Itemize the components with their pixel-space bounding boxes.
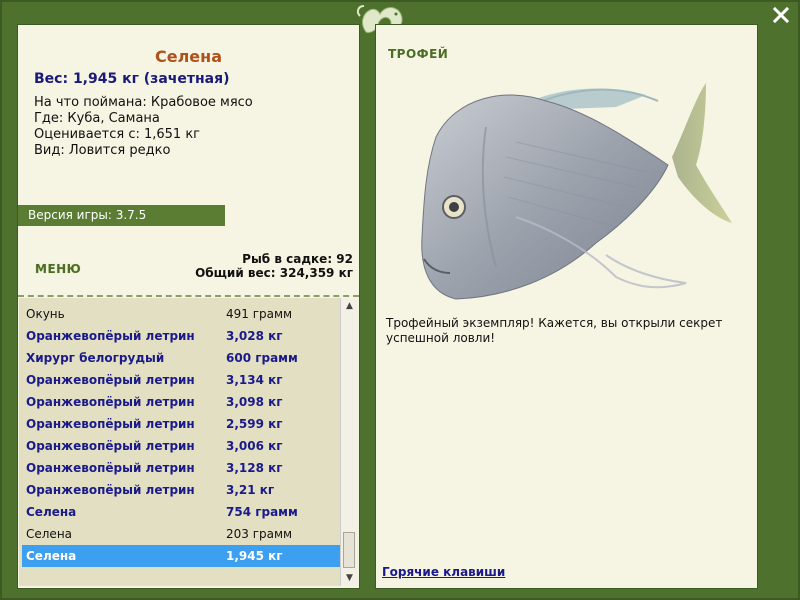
fish-count: Рыб в садке: 92 bbox=[242, 252, 353, 266]
catch-row[interactable]: Оранжевопёрый летрин 3,134 кг bbox=[22, 369, 340, 391]
catch-row[interactable]: Селена 203 грамм bbox=[22, 523, 340, 545]
catch-row[interactable]: Оранжевопёрый летрин 3,006 кг bbox=[22, 435, 340, 457]
fish-image bbox=[421, 83, 732, 300]
catch-row[interactable]: Окунь 491 грамм bbox=[22, 303, 340, 325]
fish-weight: Вес: 1,945 кг (зачетная) bbox=[34, 71, 230, 87]
kind-info: Вид: Ловится редко bbox=[34, 143, 171, 158]
catch-row-weight: 1,945 кг bbox=[226, 549, 283, 563]
catch-row-name: Селена bbox=[26, 505, 77, 519]
catch-row[interactable]: Оранжевопёрый летрин 3,098 кг bbox=[22, 391, 340, 413]
scroll-down-icon[interactable]: ▼ bbox=[341, 570, 358, 586]
catch-row-weight: 3,028 кг bbox=[226, 329, 283, 343]
catch-row[interactable]: Оранжевопёрый летрин 3,028 кг bbox=[22, 325, 340, 347]
fish-name: Селена bbox=[154, 47, 222, 66]
cage-stats: Рыб в садке: 92 Общий вес: 324,359 кг bbox=[195, 252, 353, 280]
catch-list: Окунь 491 грамм Оранжевопёрый летрин 3,028 … bbox=[19, 298, 340, 586]
close-icon[interactable] bbox=[772, 6, 790, 24]
divider bbox=[18, 295, 359, 297]
trophy-panel: ТРОФЕЙ Трофейный экземпляр! Кажется, вы … bbox=[375, 24, 758, 589]
catch-row[interactable]: Оранжевопёрый летрин 2,599 кг bbox=[22, 413, 340, 435]
catch-row-name: Хирург белогрудый bbox=[26, 351, 165, 365]
fish-info-panel: Селена Вес: 1,945 кг (зачетная) На что п… bbox=[17, 24, 360, 589]
catch-row[interactable]: Оранжевопёрый летрин 3,21 кг bbox=[22, 479, 340, 501]
catch-row[interactable]: Селена 1,945 кг bbox=[22, 545, 340, 567]
catch-row-weight: 203 грамм bbox=[226, 527, 293, 541]
catch-row-name: Оранжевопёрый летрин bbox=[26, 461, 195, 475]
catch-row[interactable]: Хирург белогрудый 600 грамм bbox=[22, 347, 340, 369]
scroll-up-icon[interactable]: ▲ bbox=[341, 298, 358, 314]
catch-row-weight: 754 грамм bbox=[226, 505, 298, 519]
catch-row[interactable]: Селена 754 грамм bbox=[22, 501, 340, 523]
catch-row-weight: 600 грамм bbox=[226, 351, 298, 365]
catch-row-weight: 491 грамм bbox=[226, 307, 293, 321]
hotkeys-link[interactable]: Горячие клавиши bbox=[382, 565, 505, 579]
catch-row-weight: 3,134 кг bbox=[226, 373, 283, 387]
trophy-title: ТРОФЕЙ bbox=[388, 47, 449, 61]
catch-row[interactable]: Оранжевопёрый летрин 3,128 кг bbox=[22, 457, 340, 479]
catch-row-name: Селена bbox=[26, 527, 73, 541]
catch-row-name: Селена bbox=[26, 549, 77, 563]
scroll-thumb[interactable] bbox=[343, 532, 355, 568]
catch-row-weight: 3,098 кг bbox=[226, 395, 283, 409]
bait-info: На что поймана: Крабовое мясо bbox=[34, 95, 253, 110]
catch-row-weight: 2,599 кг bbox=[226, 417, 283, 431]
scrollbar[interactable]: ▲ ▼ bbox=[340, 298, 358, 586]
catch-row-name: Окунь bbox=[26, 307, 65, 321]
catch-row-name: Оранжевопёрый летрин bbox=[26, 439, 195, 453]
trophy-text: Трофейный экземпляр! Кажется, вы открыли… bbox=[386, 316, 723, 345]
catch-row-name: Оранжевопёрый летрин bbox=[26, 373, 195, 387]
valued-from-info: Оценивается с: 1,651 кг bbox=[34, 127, 201, 142]
menu-button[interactable]: МЕНЮ bbox=[35, 262, 81, 276]
catch-row-weight: 3,128 кг bbox=[226, 461, 283, 475]
total-weight: Общий вес: 324,359 кг bbox=[195, 266, 353, 280]
catch-row-name: Оранжевопёрый летрин bbox=[26, 483, 195, 497]
catch-row-weight: 3,21 кг bbox=[226, 483, 275, 497]
version-label: Версия игры: 3.7.5 bbox=[18, 205, 225, 226]
catch-row-weight: 3,006 кг bbox=[226, 439, 283, 453]
catch-row-name: Оранжевопёрый летрин bbox=[26, 417, 195, 431]
location-info: Где: Куба, Самана bbox=[34, 111, 160, 126]
catch-row-name: Оранжевопёрый летрин bbox=[26, 395, 195, 409]
catch-row-name: Оранжевопёрый летрин bbox=[26, 329, 195, 343]
